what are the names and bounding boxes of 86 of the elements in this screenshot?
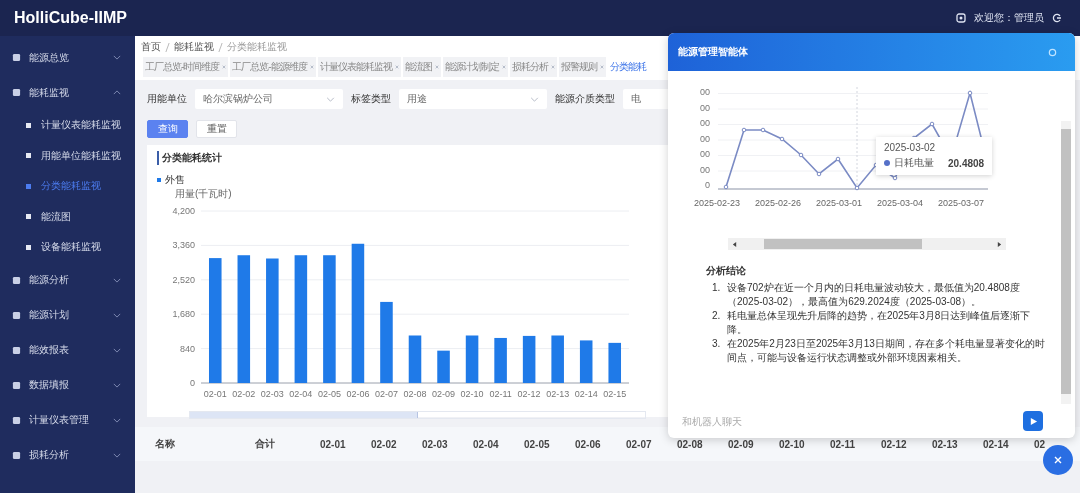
menu-item[interactable]: 能源分析: [0, 262, 135, 298]
axis-tick-label: 0: [190, 378, 195, 388]
axis-tick-label: 02-11: [489, 389, 512, 399]
analysis-item: 设备702炉在近一个月内的日耗电量波动较大，最低值为20.4808度（2025-03-02），最高值为629.2024度（2025-03-08）。: [727, 281, 1021, 309]
column-header: 02: [1033, 438, 1047, 450]
menu-item[interactable]: 数据填报: [0, 367, 135, 403]
list-number: 1.: [712, 281, 722, 295]
action-button[interactable]: 查询: [147, 120, 188, 138]
menu-item[interactable]: 能效报表: [0, 332, 135, 368]
action-button[interactable]: 重置: [196, 120, 237, 138]
axis-tick-label: 02-04: [289, 389, 313, 399]
column-header: 合计: [255, 437, 276, 451]
breadcrumb-link[interactable]: 首页: [141, 40, 161, 54]
menu-item[interactable]: 能耗监视: [0, 75, 135, 110]
list-number: 2.: [712, 309, 722, 323]
menu-item[interactable]: 损耗分析: [0, 437, 135, 473]
axis-tick-label: 00: [699, 133, 710, 146]
column-header: 02-01: [319, 438, 347, 450]
filter-select[interactable]: 哈尔滨锅炉公司: [195, 89, 343, 109]
submenu-item[interactable]: 用能单位能耗监视: [0, 140, 135, 171]
column-header: 02-04: [472, 438, 500, 450]
axis-tick-label: 840: [179, 343, 195, 354]
axis-tick-label: 4,200: [172, 206, 195, 216]
axis-tick-label: 02-03: [260, 389, 284, 399]
axis-tick-label: 02-08: [403, 389, 427, 399]
column-header: 02-05: [523, 438, 551, 450]
axis-tick-label: 00: [699, 149, 710, 161]
axis-tick-label: 02-05: [317, 389, 341, 399]
axis-tick-label: 02-07: [374, 389, 398, 399]
list-number: 3.: [712, 337, 722, 351]
column-header: 名称: [154, 437, 176, 451]
submenu-item[interactable]: 能流图: [0, 201, 135, 232]
axis-tick-label: 00: [699, 164, 710, 177]
column-header: 02-14: [982, 438, 1010, 450]
tooltip-date: 2025-03-02: [884, 142, 937, 153]
filter-label: 标签类型: [351, 92, 391, 106]
welcome-text: 欢迎您：管理员: [974, 11, 1044, 25]
axis-title: 用量(千瓦时): [175, 188, 232, 199]
analysis-title: 分析结论: [706, 264, 747, 278]
axis-tick-label: 02-06: [346, 389, 370, 399]
column-header: 02-10: [778, 438, 806, 450]
breadcrumb-link[interactable]: 能耗监视: [174, 40, 214, 54]
axis-tick-label: 1,680: [172, 309, 195, 320]
chat-input[interactable]: 和机器人聊天: [680, 414, 1017, 428]
axis-tick-label: 02-02: [232, 389, 256, 399]
app-title: HolliCube-IIMP: [14, 9, 127, 27]
column-header: 02-08: [676, 438, 704, 450]
filter-label: 用能单位: [147, 92, 187, 106]
axis-tick-label: 2025-03-04: [876, 198, 923, 208]
axis-tick-label: 02-12: [517, 389, 541, 399]
column-header: 02-13: [931, 438, 959, 450]
axis-tick-label: 02-14: [574, 389, 598, 399]
axis-tick-label: 2025-02-23: [694, 198, 741, 208]
column-header: 02-12: [880, 438, 908, 450]
axis-tick-label: 02-15: [603, 389, 627, 399]
axis-tick-label: 0: [704, 180, 710, 192]
column-header: 02-07: [625, 438, 653, 450]
axis-tick-label: 02-13: [546, 389, 570, 399]
submenu-item[interactable]: 设备能耗监视: [0, 232, 135, 263]
filter-select[interactable]: 用途: [399, 89, 547, 109]
filter-label: 能源介质类型: [555, 92, 615, 106]
axis-tick-label: 02-01: [203, 389, 227, 399]
menu-item[interactable]: 计量仪表管理: [0, 402, 135, 438]
axis-tick-label: 2025-03-07: [937, 198, 984, 208]
panel-title: 能源管理智能体: [678, 45, 748, 59]
axis-tick-label: 3,360: [172, 240, 195, 251]
axis-tick-label: 2025-03-01: [815, 198, 862, 208]
column-header: 02-02: [370, 438, 398, 450]
axis-tick-label: 00: [699, 102, 710, 115]
axis-tick-label: 2025-02-26: [755, 198, 802, 208]
legend-label: 外售: [165, 173, 185, 187]
column-header: 02-03: [421, 438, 449, 450]
analysis-item: 在2025年2月23日至2025年3月13日期间，存在多个耗电量显著变化的时间点，可能与设备运行状态调整或外部环境因素相关。: [727, 337, 1046, 365]
column-header: 02-06: [574, 438, 602, 450]
axis-tick-label: 02-10: [460, 389, 484, 399]
axis-tick-label: 00: [699, 87, 710, 99]
axis-tick-label: 02-09: [432, 389, 456, 399]
column-header: 02-09: [727, 438, 755, 450]
submenu-item[interactable]: 计量仪表能耗监视: [0, 110, 135, 141]
column-header: 02-11: [829, 438, 857, 450]
menu-item[interactable]: 能源计划: [0, 297, 135, 333]
axis-tick-label: 00: [699, 118, 710, 130]
menu-item[interactable]: 能源总览: [0, 40, 135, 75]
axis-tick-label: 2,520: [172, 274, 195, 285]
submenu-item[interactable]: 分类能耗监视: [0, 171, 135, 202]
analysis-item: 耗电量总体呈现先升后降的趋势，在2025年3月8日达到峰值后逐渐下降。: [727, 309, 1032, 337]
